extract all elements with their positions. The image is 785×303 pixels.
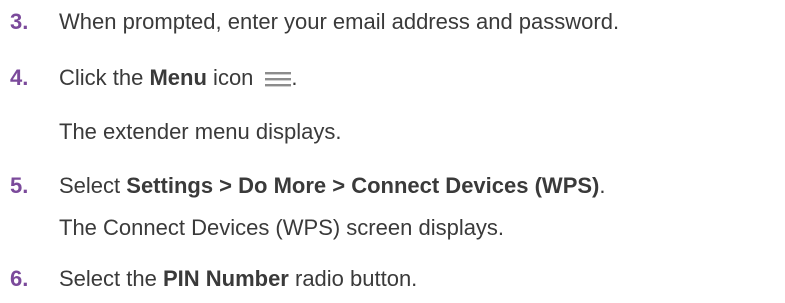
menu-icon xyxy=(265,71,292,87)
step-number: 4. xyxy=(10,65,29,90)
step-note: The Connect Devices (WPS) screen display… xyxy=(59,215,505,240)
ui-path: Settings > Do More > Connect Devices (WP… xyxy=(126,173,600,198)
step-text: Click the Menu icon. xyxy=(59,65,298,90)
step-text: Select Settings > Do More > Connect Devi… xyxy=(59,173,606,198)
step-number: 5. xyxy=(10,173,29,198)
step-number: 3. xyxy=(10,9,29,34)
ui-term: Menu xyxy=(149,65,207,90)
step-text: When prompted, enter your email address … xyxy=(59,9,620,34)
step-text: Select the PIN Number radio button. xyxy=(59,266,418,291)
step-note: The extender menu displays. xyxy=(59,119,342,144)
step-number: 6. xyxy=(10,266,29,291)
ui-term: PIN Number xyxy=(162,266,289,291)
